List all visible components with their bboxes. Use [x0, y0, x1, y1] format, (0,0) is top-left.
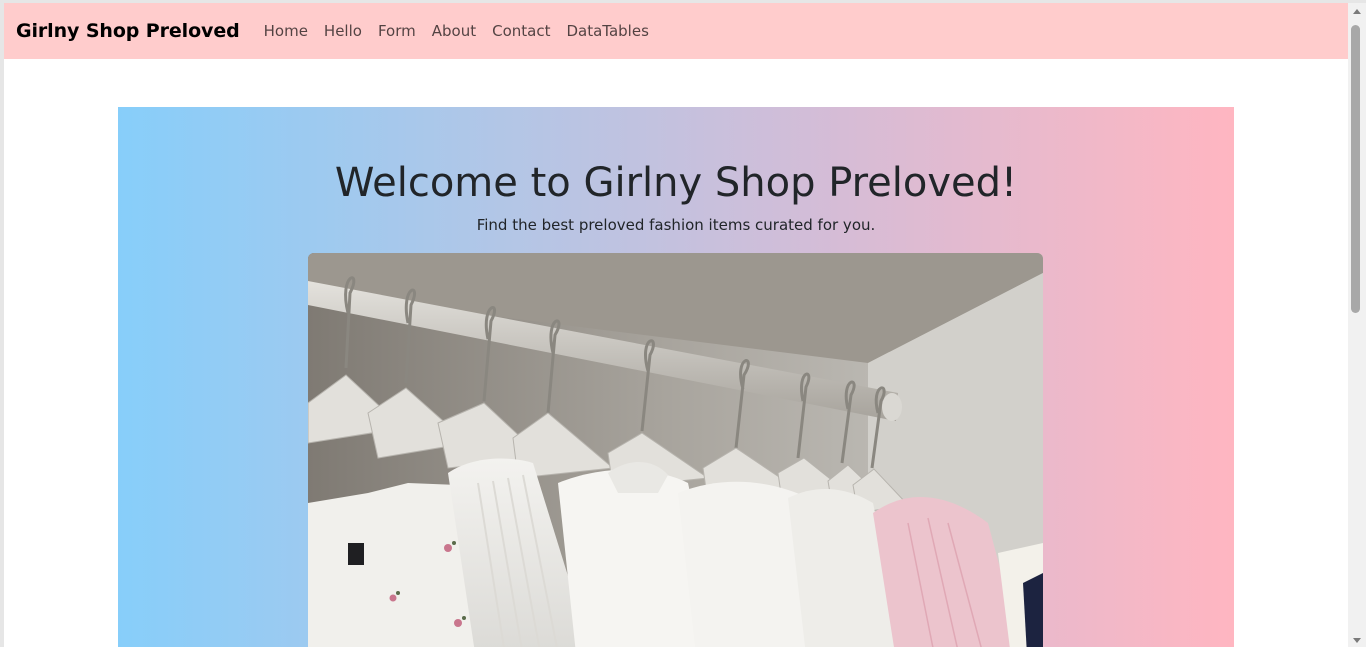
nav-link-about[interactable]: About	[424, 22, 484, 40]
scroll-down-arrow-icon[interactable]	[1353, 638, 1361, 643]
vertical-scrollbar[interactable]	[1348, 3, 1366, 647]
scrollbar-thumb[interactable]	[1351, 25, 1360, 313]
nav-link-home[interactable]: Home	[256, 22, 316, 40]
nav-link-hello[interactable]: Hello	[316, 22, 370, 40]
navbar: Girlny Shop Preloved Home Hello Form Abo…	[4, 3, 1348, 59]
scroll-up-arrow-icon[interactable]	[1353, 9, 1361, 14]
clothes-on-hangers-image	[308, 253, 1043, 647]
hero-image	[308, 253, 1043, 647]
nav-link-form[interactable]: Form	[370, 22, 424, 40]
nav-link-datatables[interactable]: DataTables	[558, 22, 656, 40]
brand-link[interactable]: Girlny Shop Preloved	[16, 20, 240, 42]
window-frame-left	[0, 0, 4, 647]
hero-subtitle: Find the best preloved fashion items cur…	[476, 216, 876, 234]
nav-link-contact[interactable]: Contact	[484, 22, 558, 40]
hero-title: Welcome to Girlny Shop Preloved!	[334, 160, 1018, 206]
hero-section: Welcome to Girlny Shop Preloved! Find th…	[118, 107, 1234, 647]
nav-links: Home Hello Form About Contact DataTables	[256, 22, 657, 40]
